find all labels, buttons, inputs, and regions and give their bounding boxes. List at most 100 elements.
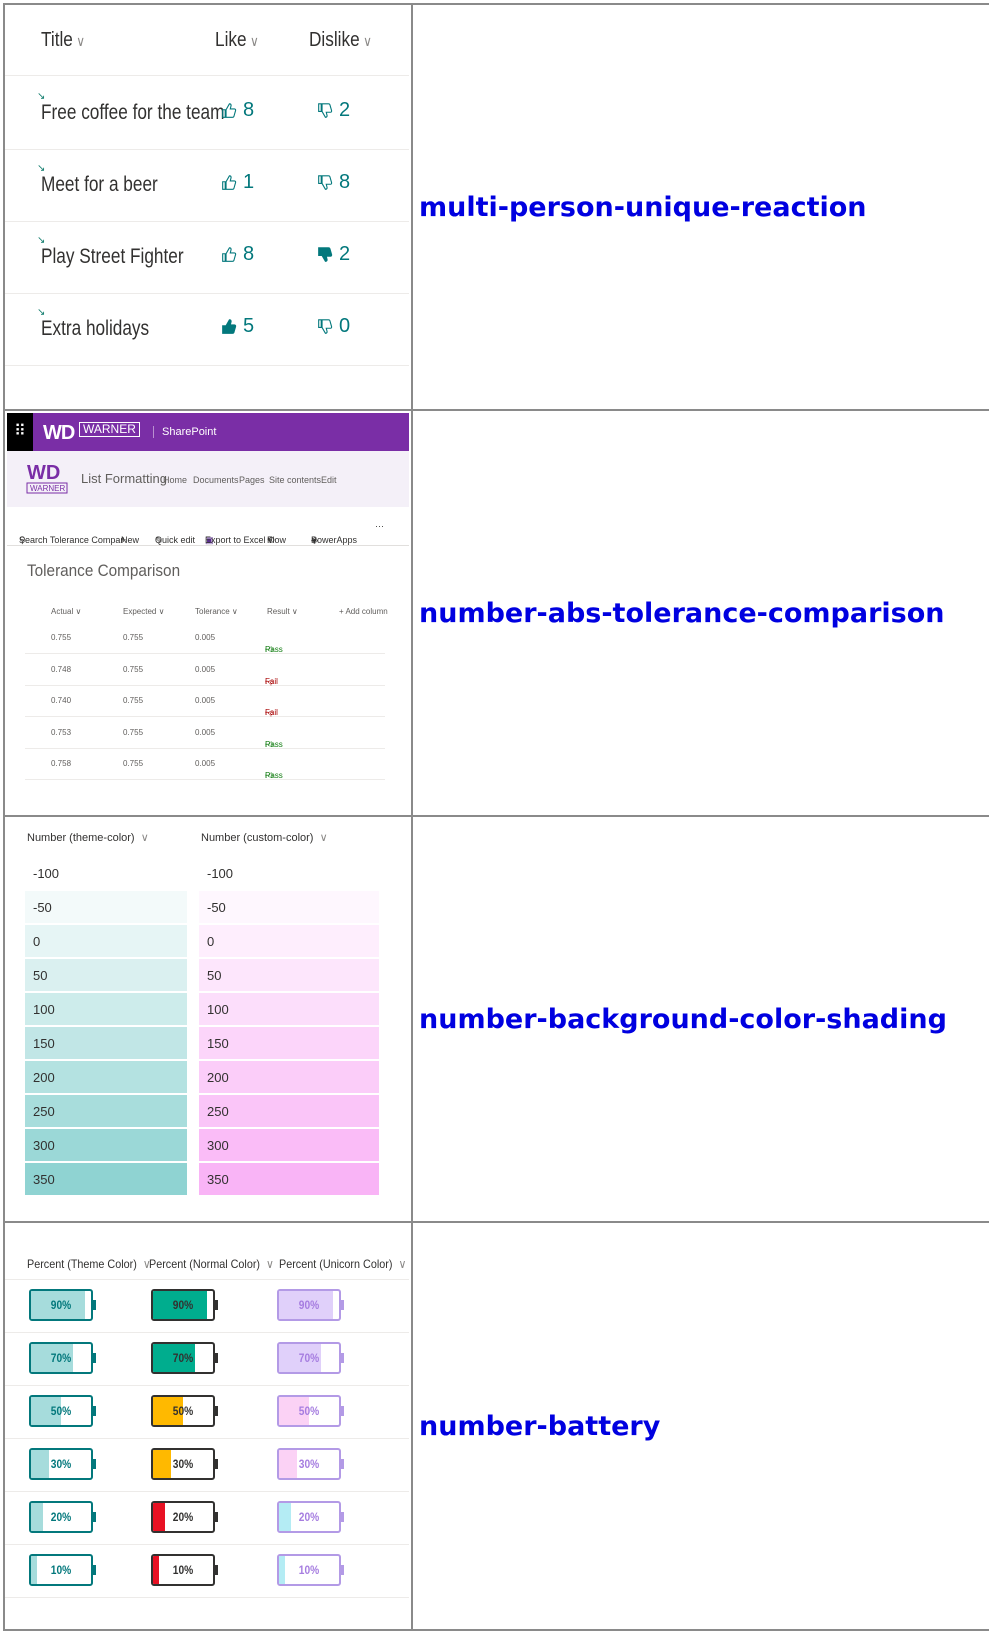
- unicorn-battery: 90%: [277, 1289, 341, 1321]
- table-row[interactable]: 0.755 0.755 0.005 👍︎ Pass: [25, 621, 385, 654]
- button-label: Export to Excel: [205, 535, 266, 545]
- actual-value: 0.753: [51, 727, 72, 737]
- sample-link[interactable]: number-battery: [419, 1411, 660, 1442]
- column-header-result[interactable]: Result ∨: [267, 607, 298, 616]
- table-row[interactable]: 0.758 0.755 0.005 👍︎ Pass: [25, 747, 385, 780]
- expected-value: 0.755: [123, 696, 144, 705]
- tolerance-value: 0.005: [195, 759, 216, 768]
- app-name[interactable]: SharePoint: [153, 426, 216, 438]
- table-row[interactable]: 0.740 0.755 0.005 👎︎ Fail: [25, 684, 385, 717]
- dislike-button[interactable]: 2: [317, 243, 350, 266]
- column-header-dislike[interactable]: Dislike ∨: [309, 29, 372, 52]
- custom-shaded-cell: 150: [199, 1027, 379, 1060]
- like-button[interactable]: 8: [221, 99, 254, 122]
- chevron-down-icon: ∨: [267, 535, 274, 545]
- actual-value: 0.758: [51, 759, 72, 768]
- nav-site-contents[interactable]: Site contents: [269, 475, 321, 485]
- table-row[interactable]: 0.748 0.755 0.005 👎︎ Fail: [25, 653, 385, 686]
- normal-battery: 30%: [151, 1448, 215, 1480]
- battery-terminal: [93, 1459, 96, 1469]
- column-header-label: Tolerance: [195, 607, 230, 616]
- column-header-tolerance[interactable]: Tolerance ∨: [195, 607, 238, 616]
- list-row[interactable]: ↘ Extra holidays 5 0: [5, 291, 409, 366]
- chevron-down-icon: ∨: [158, 607, 165, 616]
- app-launcher-icon[interactable]: ⠿: [7, 413, 33, 451]
- column-header-normal-color[interactable]: Percent (Normal Color) ∨: [149, 1257, 274, 1271]
- table-row[interactable]: 0.753 0.755 0.005 👍︎ Pass: [25, 716, 385, 749]
- custom-shaded-cell: 0: [199, 925, 379, 958]
- battery-label: 50%: [172, 1404, 194, 1418]
- column-header-custom[interactable]: Number (custom-color) ∨: [201, 831, 328, 844]
- dislike-count: 8: [339, 171, 351, 193]
- chevron-down-icon: ∨: [140, 832, 149, 844]
- more-button[interactable]: ···: [375, 521, 384, 531]
- site-title[interactable]: List Formatting: [81, 471, 167, 486]
- battery-label: 90%: [298, 1298, 320, 1312]
- theme-shaded-cell: 300: [25, 1129, 187, 1162]
- dislike-button[interactable]: 2: [317, 99, 350, 122]
- custom-shaded-cell: 250: [199, 1095, 379, 1128]
- sample-link[interactable]: multi-person-unique-reaction: [419, 192, 867, 223]
- sample-link[interactable]: number-background-color-shading: [419, 1004, 947, 1035]
- battery-label: 20%: [172, 1510, 194, 1524]
- dislike-count: 2: [339, 243, 351, 265]
- battery-label: 70%: [298, 1351, 320, 1365]
- chevron-down-icon: ∨: [76, 33, 86, 49]
- column-header-label: Expected: [123, 607, 157, 616]
- suite-bar: ⠿ WD WARNER SharePoint: [7, 413, 409, 451]
- brand-box: WARNER: [79, 422, 140, 437]
- item-title[interactable]: Free coffee for the team: [41, 101, 224, 125]
- battery-label: 10%: [298, 1563, 320, 1577]
- battery-label: 50%: [50, 1404, 72, 1418]
- column-header-unicorn-color[interactable]: Percent (Unicorn Color) ∨: [279, 1257, 406, 1271]
- battery-terminal: [341, 1459, 344, 1469]
- battery-terminal: [215, 1565, 218, 1575]
- column-header-expected[interactable]: Expected ∨: [123, 607, 164, 616]
- list-row[interactable]: ↘ Free coffee for the team 8 2: [5, 75, 409, 150]
- list-row[interactable]: ↘ Play Street Fighter 8 2: [5, 219, 409, 294]
- column-header-label: Like: [215, 29, 247, 51]
- nav-pages[interactable]: Pages: [239, 475, 265, 485]
- sample-link[interactable]: number-abs-tolerance-comparison: [419, 598, 945, 629]
- chevron-down-icon: ∨: [311, 535, 318, 545]
- item-title[interactable]: Play Street Fighter: [41, 245, 184, 269]
- dislike-button[interactable]: 0: [317, 315, 350, 338]
- column-header-like[interactable]: Like ∨: [215, 29, 259, 52]
- normal-battery: 10%: [151, 1554, 215, 1586]
- sample-table: Title ∨ Like ∨ Dislike ∨ ↘ Free coffee for t…: [3, 3, 989, 1631]
- like-button[interactable]: 5: [221, 315, 254, 338]
- column-header-title[interactable]: Title ∨: [41, 29, 85, 52]
- column-header-actual[interactable]: Actual ∨: [51, 607, 81, 616]
- list-row[interactable]: ↘ Meet for a beer 1 8: [5, 147, 409, 222]
- chevron-down-icon: ∨: [231, 607, 238, 616]
- item-title[interactable]: Meet for a beer: [41, 173, 158, 197]
- like-button[interactable]: 8: [221, 243, 254, 266]
- battery-label: 30%: [50, 1457, 72, 1471]
- thumbs-up-icon: [222, 246, 237, 262]
- battery-label: 10%: [50, 1563, 72, 1577]
- battery-terminal: [215, 1459, 218, 1469]
- custom-shaded-cell: 50: [199, 959, 379, 992]
- chevron-down-icon: ∨: [363, 33, 372, 49]
- column-header-theme-color[interactable]: Percent (Theme Color) ∨: [27, 1257, 151, 1271]
- nav-home[interactable]: Home: [163, 475, 187, 485]
- normal-battery: 50%: [151, 1395, 215, 1427]
- row-divider: [5, 1544, 409, 1545]
- theme-shaded-cell: 0: [25, 925, 187, 958]
- like-button[interactable]: 1: [221, 171, 254, 194]
- battery-terminal: [93, 1300, 96, 1310]
- battery-label: 70%: [172, 1351, 194, 1365]
- list-title: Tolerance Comparison: [27, 561, 181, 580]
- column-header-theme[interactable]: Number (theme-color) ∨: [27, 831, 149, 844]
- battery-terminal: [93, 1565, 96, 1575]
- battery-terminal: [215, 1353, 218, 1363]
- add-column-button[interactable]: + Add column: [339, 607, 388, 616]
- dislike-button[interactable]: 8: [317, 171, 350, 194]
- column-header-label: Result: [267, 607, 290, 616]
- battery-terminal: [341, 1565, 344, 1575]
- column-header-label: Title: [41, 29, 73, 51]
- item-title[interactable]: Extra holidays: [41, 317, 149, 341]
- nav-edit[interactable]: Edit: [321, 475, 337, 485]
- nav-documents[interactable]: Documents: [193, 475, 239, 485]
- expected-value: 0.755: [123, 633, 144, 642]
